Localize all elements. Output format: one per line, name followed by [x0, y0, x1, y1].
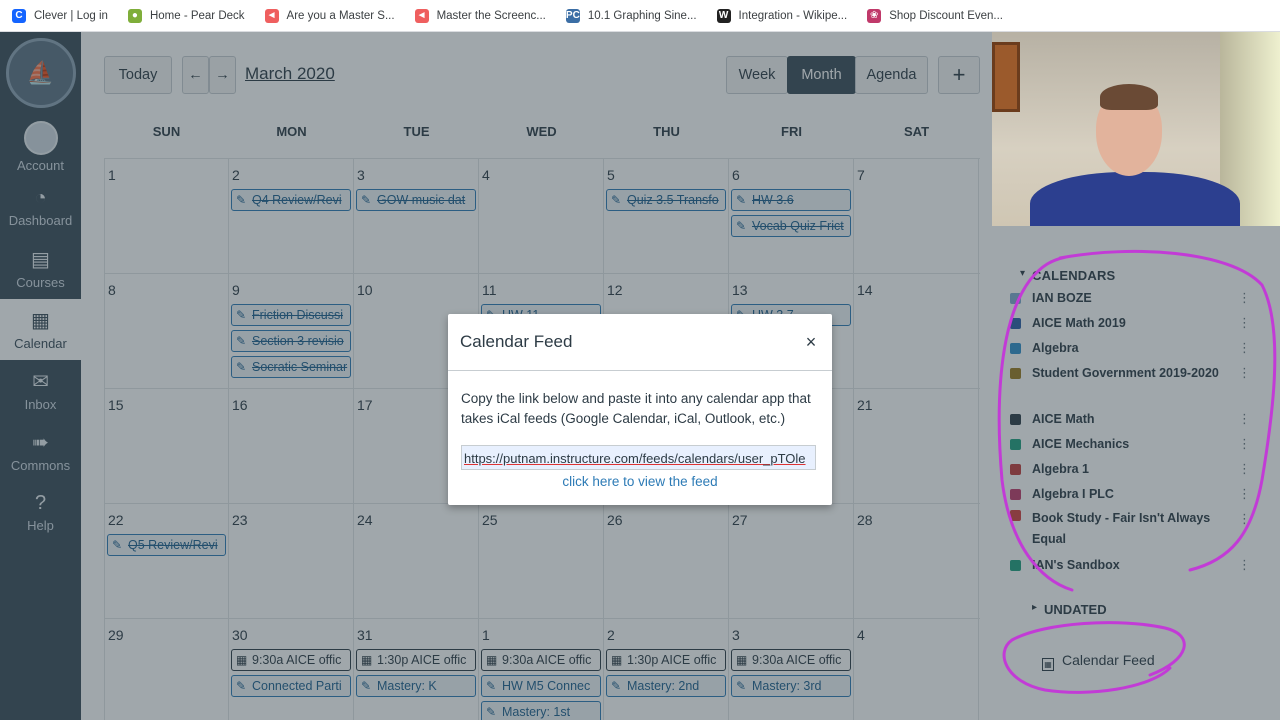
bookmark-label: Master the Screenc... — [436, 9, 546, 22]
pc-icon: PC — [565, 8, 580, 23]
calendar-sidebar: CALENDARS IAN BOZE⋮AICE Math 2019⋮Algebr… — [992, 32, 1280, 720]
bookmark-label: Home - Pear Deck — [149, 9, 245, 22]
screencastify-icon: ◄ — [414, 8, 429, 23]
bookmark-label: 10.1 Graphing Sine... — [587, 9, 697, 22]
close-icon[interactable]: × — [802, 332, 820, 353]
presenter-hair — [1100, 84, 1158, 110]
gift-icon: ❀ — [867, 8, 882, 23]
screencastify-icon: ◄ — [264, 8, 279, 23]
view-feed-link[interactable]: click here to view the feed — [461, 472, 819, 492]
bookmarks-bar: C Clever | Log in ● Home - Pear Deck ◄ Are yo… — [0, 0, 1280, 32]
bookmark-item[interactable]: ◄ Are you a Master S... — [264, 8, 395, 23]
bookmark-item[interactable]: C Clever | Log in — [12, 8, 108, 23]
bookmark-item[interactable]: PC 10.1 Graphing Sine... — [565, 8, 697, 23]
bookmark-item[interactable]: ◄ Master the Screenc... — [414, 8, 546, 23]
bookmark-item[interactable]: ● Home - Pear Deck — [127, 8, 245, 23]
bookmark-label: Shop Discount Even... — [889, 9, 1003, 22]
webcam-overlay — [992, 32, 1280, 226]
bookmark-label: Are you a Master S... — [286, 9, 395, 22]
dialog-header: Calendar Feed × — [448, 314, 832, 371]
wikipedia-icon: W — [716, 8, 731, 23]
bookmark-label: Clever | Log in — [34, 9, 108, 22]
clever-icon: C — [12, 8, 26, 23]
bookmark-label: Integration - Wikipe... — [738, 9, 848, 22]
calendar-feed-dialog: Calendar Feed × Copy the link below and … — [448, 314, 832, 505]
bookmark-item[interactable]: W Integration - Wikipe... — [716, 8, 848, 23]
feed-url-input[interactable]: https://putnam.instructure.com/feeds/cal… — [461, 445, 816, 470]
bookmark-item[interactable]: ❀ Shop Discount Even... — [867, 8, 1003, 23]
dialog-body: Copy the link below and paste it into an… — [448, 371, 832, 492]
dialog-instructions: Copy the link below and paste it into an… — [461, 391, 811, 426]
dialog-title: Calendar Feed — [460, 332, 573, 351]
wall-picture — [992, 42, 1020, 112]
pear-icon: ● — [127, 8, 142, 23]
presenter-body — [1030, 172, 1240, 226]
